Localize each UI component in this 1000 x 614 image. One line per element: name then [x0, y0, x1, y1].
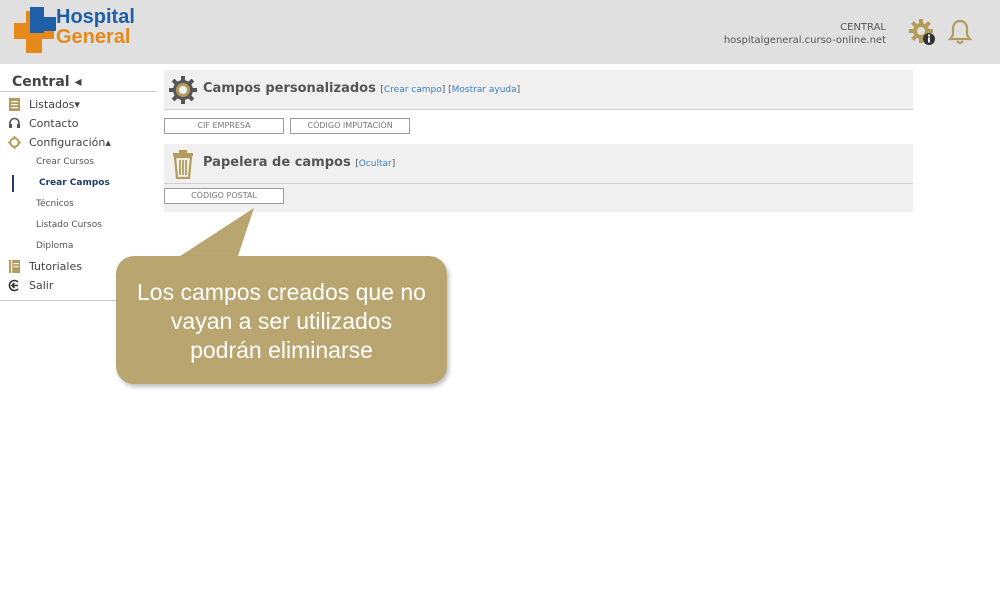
- logo-text: Hospital General: [56, 7, 135, 47]
- account-name: CENTRAL: [840, 22, 886, 33]
- list-icon: [9, 98, 20, 111]
- panel-title-text: Campos personalizados: [203, 81, 376, 96]
- sidebar-subitem-label: Crear Campos: [39, 178, 110, 188]
- sidebar-item-label: Salir: [29, 279, 54, 292]
- top-header: Hospital General CENTRAL hospitalgeneral…: [0, 0, 1000, 64]
- sidebar-subitem-label: Diploma: [36, 241, 74, 251]
- custom-fields-header: Campos personalizados [Crear campo] [Mos…: [164, 70, 913, 110]
- callout-text: Los campos creados que no vayan a ser ut…: [116, 278, 447, 365]
- custom-fields-list: CIF EMPRESA CÓDIGO IMPUTACIÓN: [164, 110, 913, 144]
- sidebar-item-label: Listados▾: [29, 98, 80, 111]
- trash-fields-list: CÓDIGO POSTAL: [164, 184, 913, 212]
- account-info: CENTRAL hospitalgeneral.curso-online.net: [724, 21, 886, 47]
- logo-line2: General: [56, 26, 131, 48]
- main-content: Campos personalizados [Crear campo] [Mos…: [164, 70, 913, 212]
- sidebar-subitem-tecnicos[interactable]: Técnicos: [0, 194, 156, 215]
- show-help-link[interactable]: Mostrar ayuda: [452, 85, 517, 95]
- settings-info-icon[interactable]: [908, 18, 936, 46]
- sidebar-subitem-diploma[interactable]: Diploma: [0, 236, 156, 257]
- book-icon: [9, 260, 20, 273]
- exit-icon: [8, 279, 19, 292]
- sidebar-subitem-listado-cursos[interactable]: Listado Cursos: [0, 215, 156, 236]
- sidebar-item-listados[interactable]: Listados▾: [0, 95, 156, 114]
- callout-line: podrán eliminarse: [190, 337, 373, 363]
- sidebar-item-configuracion[interactable]: Configuración▴: [0, 133, 156, 152]
- trash-icon: [173, 150, 193, 179]
- sidebar-subitem-crear-cursos[interactable]: Crear Cursos: [0, 152, 156, 173]
- panel-links: [Ocultar]: [355, 159, 396, 169]
- callout-line: Los campos creados que no: [137, 279, 426, 305]
- sidebar-item-label: Configuración▴: [29, 136, 111, 149]
- headset-icon: [9, 117, 20, 128]
- trash-header: Papelera de campos [Ocultar]: [164, 144, 913, 184]
- sidebar-subitem-label: Técnicos: [36, 199, 74, 209]
- callout-line: vayan a ser utilizados: [170, 308, 393, 334]
- field-button[interactable]: CÓDIGO POSTAL: [164, 188, 284, 204]
- trash-title: Papelera de campos [Ocultar]: [203, 155, 395, 170]
- hospital-logo[interactable]: Hospital General: [14, 7, 139, 55]
- sidebar-item-contacto[interactable]: Contacto: [0, 114, 156, 133]
- bell-icon[interactable]: [946, 18, 974, 46]
- sidebar-subitem-crear-campos[interactable]: Crear Campos: [0, 173, 156, 194]
- hide-link[interactable]: Ocultar: [359, 159, 392, 169]
- field-button[interactable]: CIF EMPRESA: [164, 118, 284, 134]
- gear-icon: [169, 76, 197, 104]
- callout-pointer: [171, 208, 254, 262]
- field-button[interactable]: CÓDIGO IMPUTACIÓN: [290, 118, 411, 134]
- create-field-link[interactable]: Crear campo: [384, 85, 442, 95]
- sidebar-subitem-label: Crear Cursos: [36, 157, 94, 167]
- sidebar-item-label: Tutoriales: [29, 260, 82, 273]
- sidebar-subitem-label: Listado Cursos: [36, 220, 102, 230]
- gear-icon: [8, 136, 21, 149]
- tutorial-callout: Los campos creados que no vayan a ser ut…: [116, 256, 447, 384]
- panel-title-text: Papelera de campos: [203, 155, 351, 170]
- custom-fields-title: Campos personalizados [Crear campo] [Mos…: [203, 81, 520, 96]
- panel-links: [Crear campo] [Mostrar ayuda]: [380, 85, 521, 95]
- account-domain: hospitalgeneral.curso-online.net: [723, 35, 886, 46]
- logo-line1: Hospital: [56, 6, 135, 28]
- sidebar-item-label: Contacto: [29, 117, 79, 130]
- logo-cross-icon: [14, 7, 56, 53]
- sidebar-title[interactable]: Central ◂: [0, 72, 156, 92]
